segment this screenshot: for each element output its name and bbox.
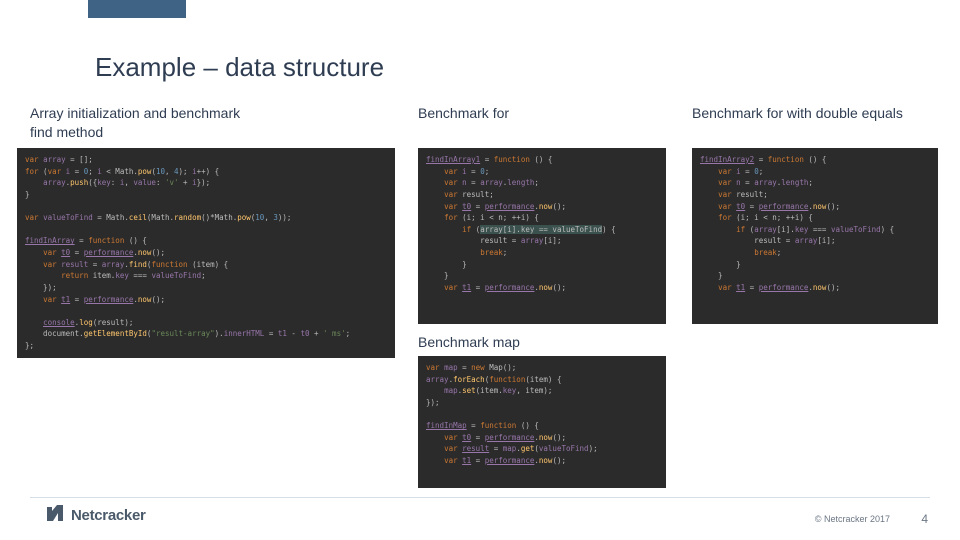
column-heading-3: Benchmark for with double equals xyxy=(692,104,912,123)
column-heading-4: Benchmark map xyxy=(418,333,618,352)
page-number: 4 xyxy=(921,512,928,526)
footer-divider xyxy=(30,497,930,498)
slide-accent-bar xyxy=(88,0,186,18)
code-block-for-loose: findInArray1 = function () { var i = 0; … xyxy=(418,148,666,324)
code-block-for-strict: findInArray2 = function () { var i = 0; … xyxy=(692,148,938,324)
column-heading-1: Array initialization and benchmark find … xyxy=(30,104,250,142)
brand-logo: Netcracker xyxy=(45,503,146,528)
logo-icon xyxy=(45,503,65,528)
code-block-map: var map = new Map(); array.forEach(funct… xyxy=(418,356,666,488)
column-heading-2: Benchmark for xyxy=(418,104,618,123)
code-block-array-init: var array = []; for (var i = 0; i < Math… xyxy=(17,148,395,358)
logo-text: Netcracker xyxy=(71,507,146,524)
copyright-text: © Netcracker 2017 xyxy=(815,514,890,524)
slide-title: Example – data structure xyxy=(95,52,384,83)
